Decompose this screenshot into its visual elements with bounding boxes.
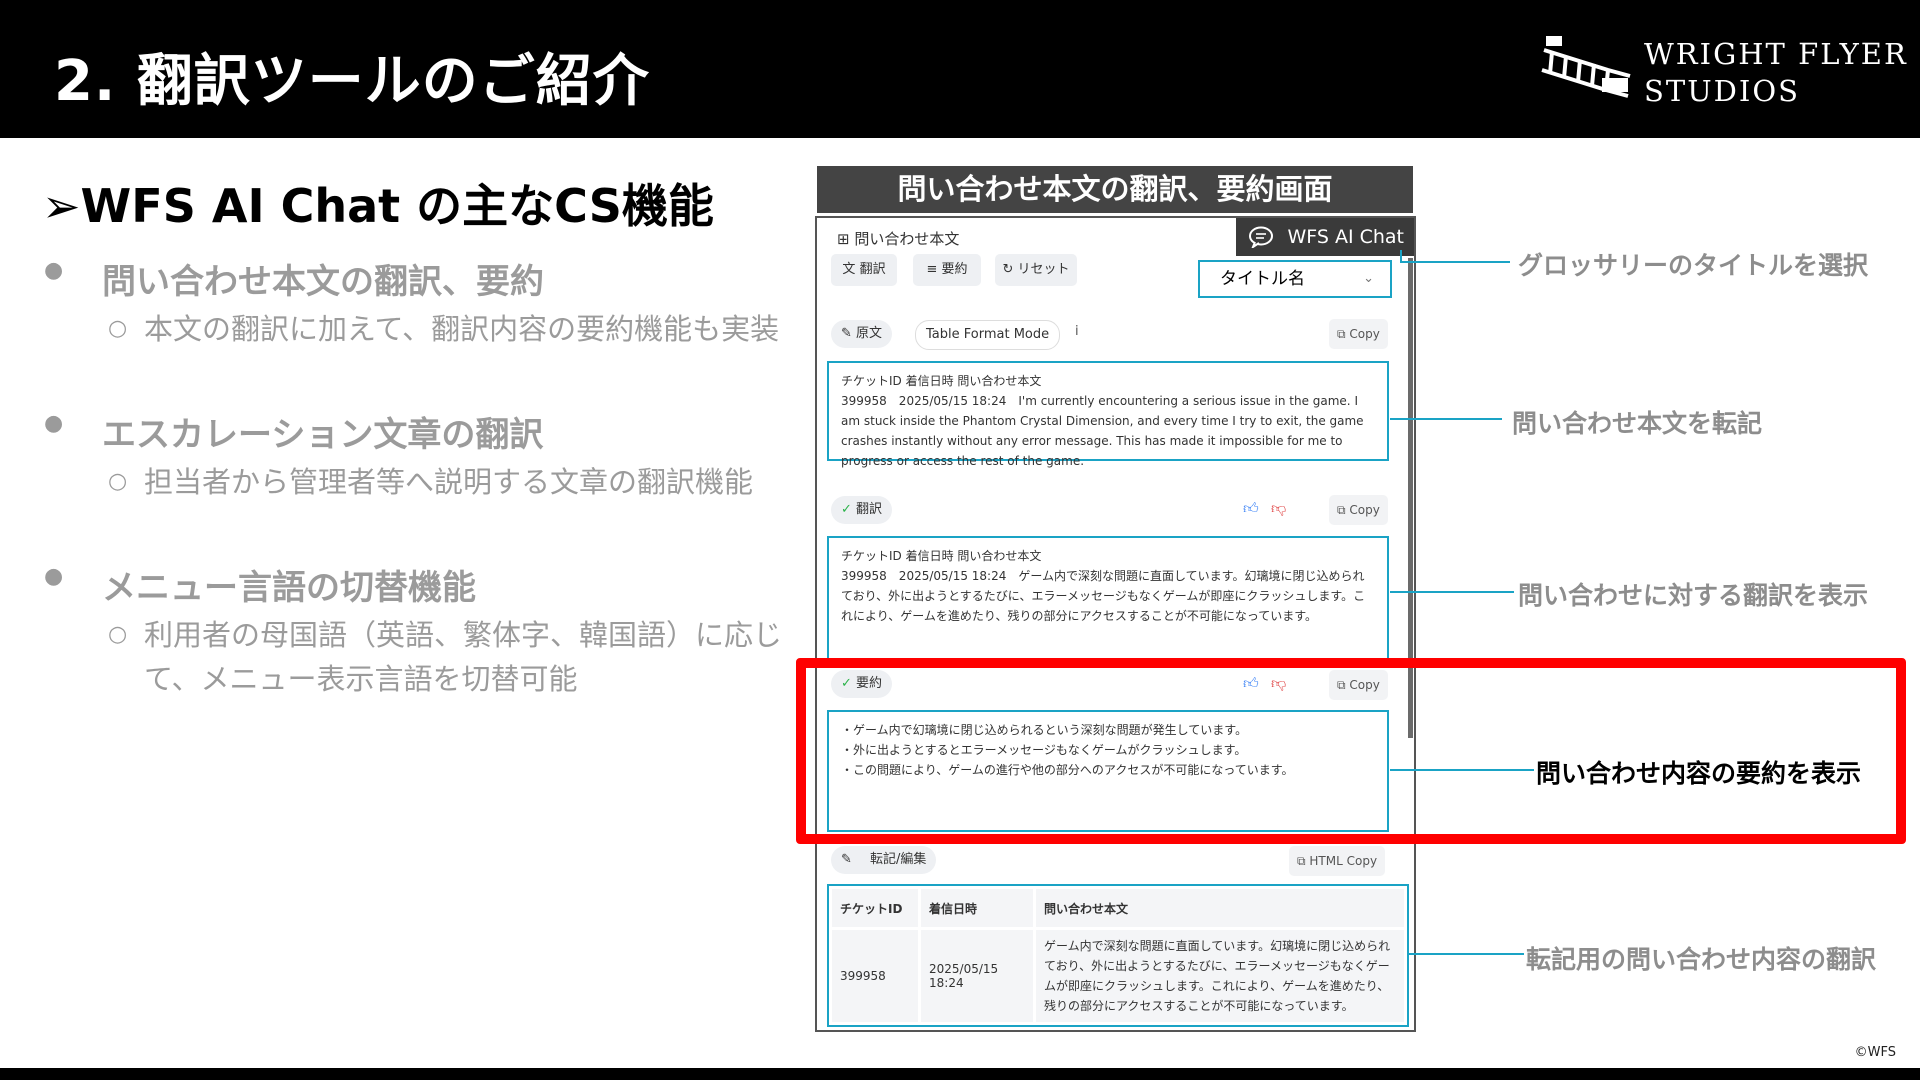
reset-button[interactable]: ↻ リセット	[995, 254, 1077, 286]
edit-icon: ✎	[841, 852, 852, 867]
callout-summary: 問い合わせ内容の要約を表示	[1536, 759, 1862, 788]
app-badge: WFS AI Chat	[1236, 218, 1414, 256]
callout-connector	[1390, 769, 1534, 771]
translation-tag: ✓ 翻訳	[831, 496, 893, 524]
translation-copy-label: Copy	[1349, 503, 1380, 517]
logo-line-1: WRIGHT FLYER	[1644, 37, 1908, 71]
callout-connector	[1400, 261, 1510, 263]
list-icon: ≡	[926, 262, 938, 277]
original-text-body: 399958 2025/05/15 18:24 I'm currently en…	[841, 394, 1364, 468]
airplane-logo-icon	[1541, 36, 1631, 98]
callout-translation: 問い合わせに対する翻訳を表示	[1518, 581, 1869, 610]
feature-list: ➢WFS AI Chat の主なCS機能 問い合わせ本文の翻訳、要約 本文の翻訳…	[42, 170, 782, 757]
logo-line-2: STUDIOS	[1644, 74, 1800, 108]
table-format-mode-toggle[interactable]: Table Format Mode	[915, 320, 1061, 350]
slide-title: 2. 翻訳ツールのご紹介	[54, 49, 650, 114]
received-date-cell: 2025/05/15 18:24	[918, 927, 1036, 1025]
translation-text-body: 399958 2025/05/15 18:24 ゲーム内で深刻な問題に直面してい…	[841, 569, 1366, 623]
column-header: 問い合わせ本文	[1033, 886, 1407, 930]
translation-copy-button[interactable]: ⧉ Copy	[1329, 495, 1388, 525]
info-icon[interactable]: i	[1075, 324, 1079, 339]
summary-highlight-box	[796, 658, 1906, 844]
footer-bar	[0, 1068, 1920, 1080]
original-text-header: チケットID 着信日時 問い合わせ本文	[841, 374, 1042, 388]
callout-connector	[1390, 418, 1502, 420]
translation-text-header: チケットID 着信日時 問い合わせ本文	[841, 549, 1042, 563]
slide-header: 2. 翻訳ツールのご紹介 WRIGHT FLYER STUDIOS	[0, 0, 1920, 138]
original-text-box[interactable]: チケットID 着信日時 問い合わせ本文 399958 2025/05/15 18…	[827, 361, 1389, 468]
title-select-value: タイトル名	[1220, 269, 1305, 289]
callout-transcribe: 問い合わせ本文を転記	[1512, 409, 1763, 438]
transcript-table: チケットID 着信日時 問い合わせ本文 399958 2025/05/15 18…	[829, 886, 1407, 1025]
callout-glossary: グロッサリーのタイトルを選択	[1518, 251, 1869, 280]
column-header: チケットID	[829, 886, 921, 930]
transcript-table-frame: チケットID 着信日時 問い合わせ本文 399958 2025/05/15 18…	[827, 884, 1409, 1027]
edit-icon: ✎	[841, 326, 852, 341]
feature-title-2: エスカレーション文章の翻訳	[44, 407, 782, 456]
feature-title-1: 問い合わせ本文の翻訳、要約	[44, 254, 782, 303]
copy-icon: ⧉	[1337, 327, 1346, 341]
inquiry-header: ⊞ 問い合わせ本文	[837, 228, 959, 249]
callout-connector	[1390, 591, 1514, 593]
html-copy-button[interactable]: ⧉ HTML Copy	[1289, 846, 1386, 876]
original-copy-button[interactable]: ⧉ Copy	[1329, 319, 1388, 349]
html-copy-label: HTML Copy	[1309, 854, 1378, 868]
translation-tag-label: 翻訳	[856, 502, 883, 517]
refresh-icon: ↻	[1002, 262, 1014, 277]
grid-icon: ⊞	[837, 230, 850, 248]
feature-desc-1: 本文の翻訳に加えて、翻訳内容の要約機能も実装	[108, 307, 782, 351]
app-screenshot: WFS AI Chat ⊞ 問い合わせ本文 文 翻訳 ≡ 要約 ↻ リセット タ…	[815, 216, 1416, 1032]
reset-button-label: リセット	[1017, 262, 1070, 277]
thumbs-up-icon[interactable]: 👍︎	[1243, 499, 1259, 518]
ticket-id-cell: 399958	[829, 927, 921, 1025]
copy-icon: ⧉	[1337, 503, 1346, 517]
original-tag: ✎ 原文	[831, 320, 893, 348]
thumbs-down-icon[interactable]: 👎︎	[1271, 499, 1286, 518]
company-logo: WRIGHT FLYER STUDIOS	[1538, 26, 1906, 116]
translate-button[interactable]: 文 翻訳	[831, 254, 897, 286]
copyright: ©WFS	[1854, 1045, 1896, 1060]
inquiry-label: 問い合わせ本文	[854, 230, 960, 248]
chevron-down-icon: ⌄	[1363, 271, 1374, 286]
chat-bubble-icon	[1249, 226, 1273, 248]
original-tag-label: 原文	[856, 326, 883, 341]
translation-text-box[interactable]: チケットID 着信日時 問い合わせ本文 399958 2025/05/15 18…	[827, 536, 1389, 660]
table-row: 399958 2025/05/15 18:24 ゲーム内で深刻な問題に直面してい…	[829, 927, 1407, 1025]
feature-title-3: メニュー言語の切替機能	[44, 560, 782, 609]
transcript-tag-label: 転記/編集	[870, 852, 927, 867]
table-header-row: チケットID 着信日時 問い合わせ本文	[829, 886, 1407, 930]
callout-transcript: 転記用の問い合わせ内容の翻訳	[1526, 945, 1877, 974]
inquiry-text-cell: ゲーム内で深刻な問題に直面しています。幻璃境に閉じ込められており、外に出ようとす…	[1033, 927, 1407, 1025]
feature-desc-2: 担当者から管理者等へ説明する文章の翻訳機能	[108, 460, 782, 504]
translate-button-label: 翻訳	[859, 262, 886, 277]
original-copy-label: Copy	[1349, 327, 1380, 341]
glossary-title-select[interactable]: タイトル名 ⌄	[1198, 260, 1392, 298]
column-header: 着信日時	[918, 886, 1036, 930]
screenshot-title: 問い合わせ本文の翻訳、要約画面	[817, 166, 1413, 213]
copy-icon: ⧉	[1297, 854, 1306, 868]
feature-desc-3: 利用者の母国語（英語、繁体字、韓国語）に応じて、メニュー表示言語を切替可能	[108, 613, 782, 701]
table-format-mode-label: Table Format Mode	[926, 327, 1050, 342]
callout-connector	[1400, 250, 1402, 262]
app-badge-label: WFS AI Chat	[1287, 226, 1404, 248]
transcript-tag: ✎ 転記/編集	[831, 846, 937, 874]
check-circle-icon: ✓	[841, 502, 852, 517]
summary-button[interactable]: ≡ 要約	[913, 254, 981, 286]
callout-connector	[1408, 953, 1524, 955]
section-heading: ➢WFS AI Chat の主なCS機能	[42, 179, 714, 233]
translate-icon: 文	[842, 262, 856, 277]
summary-button-label: 要約	[941, 262, 968, 277]
